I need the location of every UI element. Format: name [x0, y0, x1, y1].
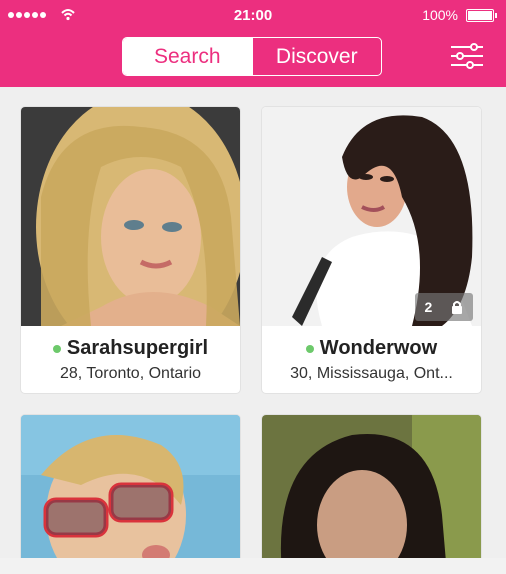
battery-icon	[466, 9, 497, 22]
profile-details: 30, Mississauga, Ont...	[290, 365, 453, 382]
profile-card[interactable]	[21, 415, 240, 574]
bottom-edge	[0, 558, 506, 574]
profile-name-row: Wonderwow	[262, 337, 481, 360]
photo-count: 2	[424, 299, 433, 315]
profile-name: Sarahsupergirl	[66, 337, 209, 359]
profile-card[interactable]: Sarahsupergirl 28, Toronto, Ontario	[21, 107, 240, 393]
battery-percent: 100%	[422, 7, 458, 23]
profile-photo	[262, 415, 481, 574]
status-bar: 21:00 100%	[0, 0, 506, 30]
lock-icon	[452, 301, 463, 314]
profile-card[interactable]	[262, 415, 481, 574]
online-status-dot	[52, 344, 61, 353]
profile-name: Wonderwow	[319, 337, 438, 359]
profile-card[interactable]: 2 Wonderwow 30, Mississauga, Ont...	[262, 107, 481, 393]
online-status-dot	[305, 344, 314, 353]
profile-photo	[21, 415, 240, 574]
app-header: 21:00 100% Search Discover	[0, 0, 506, 87]
photo-count-badge[interactable]: 2	[415, 293, 473, 321]
profile-photo	[21, 107, 240, 326]
profile-details: 28, Toronto, Ontario	[59, 365, 202, 382]
tab-discover[interactable]: Discover	[251, 38, 382, 75]
search-discover-toggle: Search Discover	[122, 37, 382, 76]
profile-name-row: Sarahsupergirl	[21, 337, 240, 360]
tab-search[interactable]: Search	[123, 38, 252, 75]
filter-settings-icon[interactable]	[450, 42, 484, 70]
